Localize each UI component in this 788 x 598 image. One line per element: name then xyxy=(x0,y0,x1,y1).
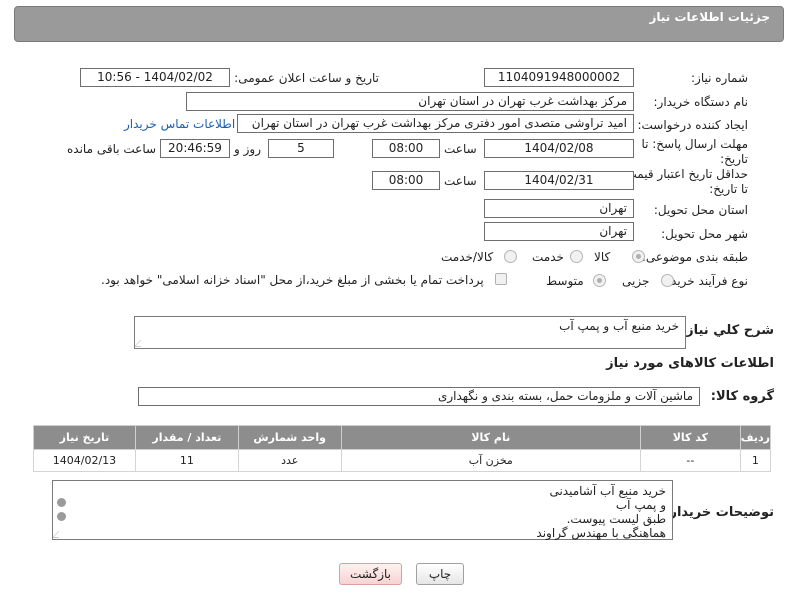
category-goods-radio[interactable] xyxy=(632,250,645,263)
col-code: کد کالا xyxy=(639,425,741,450)
remaining-time-field: 20:46:59 xyxy=(160,139,230,158)
need-number-field: 1104091948000002 xyxy=(484,68,634,87)
purchase-minor-radio[interactable] xyxy=(661,274,674,287)
need-number-label: شماره نیاز: xyxy=(691,71,748,85)
deadline-time-label: ساعت xyxy=(444,142,477,156)
price-validity-label: حداقل تاریخ اعتبار قیمت: تا تاریخ: xyxy=(621,167,748,196)
goods-group-field: ماشین آلات و ملزومات حمل، بسته بندی و نگ… xyxy=(138,387,700,406)
col-date: تاریخ نیاز xyxy=(33,425,136,450)
deadline-label: مهلت ارسال پاسخ: تا تاریخ: xyxy=(641,137,748,166)
city-field: تهران xyxy=(484,222,634,241)
col-name: نام کالا xyxy=(340,425,641,450)
cell-unit: عدد xyxy=(237,449,342,472)
col-row: ردیف xyxy=(739,425,772,450)
cell-row: 1 xyxy=(739,449,772,472)
purchase-minor-label: جزیی xyxy=(622,274,650,288)
print-button[interactable]: چاپ xyxy=(416,563,464,585)
buyer-contact-link[interactable]: اطلاعات تماس خریدار xyxy=(124,117,235,131)
buyer-notes-label: توضیحات خریدار: xyxy=(664,505,774,520)
buyer-notes-line-2: و پمپ آب xyxy=(615,498,666,512)
goods-table-header: ردیف کد کالا نام کالا واحد شمارش تعداد /… xyxy=(33,425,772,450)
goods-group-label: گروه کالا: xyxy=(710,389,774,404)
summary-textarea: خرید منبع آب و پمپ آب xyxy=(133,316,686,349)
buyer-notes-line-3: طبق لیست پیوست. xyxy=(566,512,666,526)
remaining-label: ساعت باقی مانده xyxy=(67,142,157,156)
days-field: 5 xyxy=(268,139,334,158)
category-goods-label: کالا xyxy=(594,250,611,264)
cell-date: 1404/02/13 xyxy=(33,449,136,472)
category-goods-service-radio[interactable] xyxy=(504,250,517,263)
category-service-radio[interactable] xyxy=(570,250,583,263)
summary-label: شرح کلي نياز: xyxy=(680,323,774,338)
category-goods-service-label: کالا/خدمت xyxy=(441,250,494,264)
province-label: استان محل تحویل: xyxy=(653,203,748,217)
deadline-time-field: 08:00 xyxy=(372,139,440,158)
announce-field: 1404/02/02 - 10:56 xyxy=(80,68,230,87)
cell-qty: 11 xyxy=(134,449,239,472)
summary-text: خرید منبع آب و پمپ آب xyxy=(559,319,679,333)
buyer-notes-line-4: هماهنگی با مهندس گراوند xyxy=(536,526,666,540)
city-label: شهر محل تحویل: xyxy=(661,227,748,241)
buyer-notes-line-1: خرید منبع آب آشامیدنی xyxy=(549,484,666,498)
buyer-notes-textarea: خرید منبع آب آشامیدنی و پمپ آب طبق لیست … xyxy=(51,480,673,540)
col-qty: تعداد / مقدار xyxy=(134,425,239,450)
purchase-type-label: نوع فرآیند خرید : xyxy=(663,274,748,288)
category-service-label: خدمت xyxy=(532,250,564,264)
price-validity-time-field: 08:00 xyxy=(372,171,440,190)
resize-grip-icon[interactable] xyxy=(133,340,148,347)
province-field: تهران xyxy=(484,199,634,218)
scroll-up-icon[interactable] xyxy=(57,498,66,507)
scroll-down-icon[interactable] xyxy=(57,512,66,521)
table-row: 1 -- مخزن آب عدد 11 1404/02/13 xyxy=(33,449,772,472)
deadline-date-field: 1404/02/08 xyxy=(484,139,634,158)
goods-table: ردیف کد کالا نام کالا واحد شمارش تعداد /… xyxy=(33,425,772,472)
back-button[interactable]: بازگشت xyxy=(339,563,402,585)
category-label: طبقه بندی موضوعی: xyxy=(641,250,748,264)
cell-name: مخزن آب xyxy=(340,449,641,472)
price-validity-time-label: ساعت xyxy=(444,174,477,188)
goods-section-title: اطلاعات کالاهای مورد نیاز xyxy=(606,356,774,371)
announce-label: تاریخ و ساعت اعلان عمومی: xyxy=(234,71,379,85)
creator-label: ایجاد کننده درخواست: xyxy=(637,118,748,132)
days-label: روز و xyxy=(234,142,261,156)
page-title: جزئیات اطلاعات نیاز xyxy=(649,10,770,24)
buyer-org-field: مرکز بهداشت غرب تهران در استان تهران xyxy=(186,92,634,111)
purchase-medium-label: متوسط xyxy=(546,274,584,288)
cell-code: -- xyxy=(639,449,741,472)
price-validity-date-field: 1404/02/31 xyxy=(484,171,634,190)
creator-field: امید تراوشی متصدی امور دفتری مرکز بهداشت… xyxy=(237,114,634,133)
buyer-org-label: نام دستگاه خریدار: xyxy=(653,95,749,109)
treasury-payment-note: پرداخت تمام یا بخشی از مبلغ خرید،از محل … xyxy=(101,273,484,287)
col-unit: واحد شمارش xyxy=(237,425,342,450)
purchase-medium-radio[interactable] xyxy=(593,274,606,287)
treasury-payment-checkbox[interactable] xyxy=(495,273,507,285)
